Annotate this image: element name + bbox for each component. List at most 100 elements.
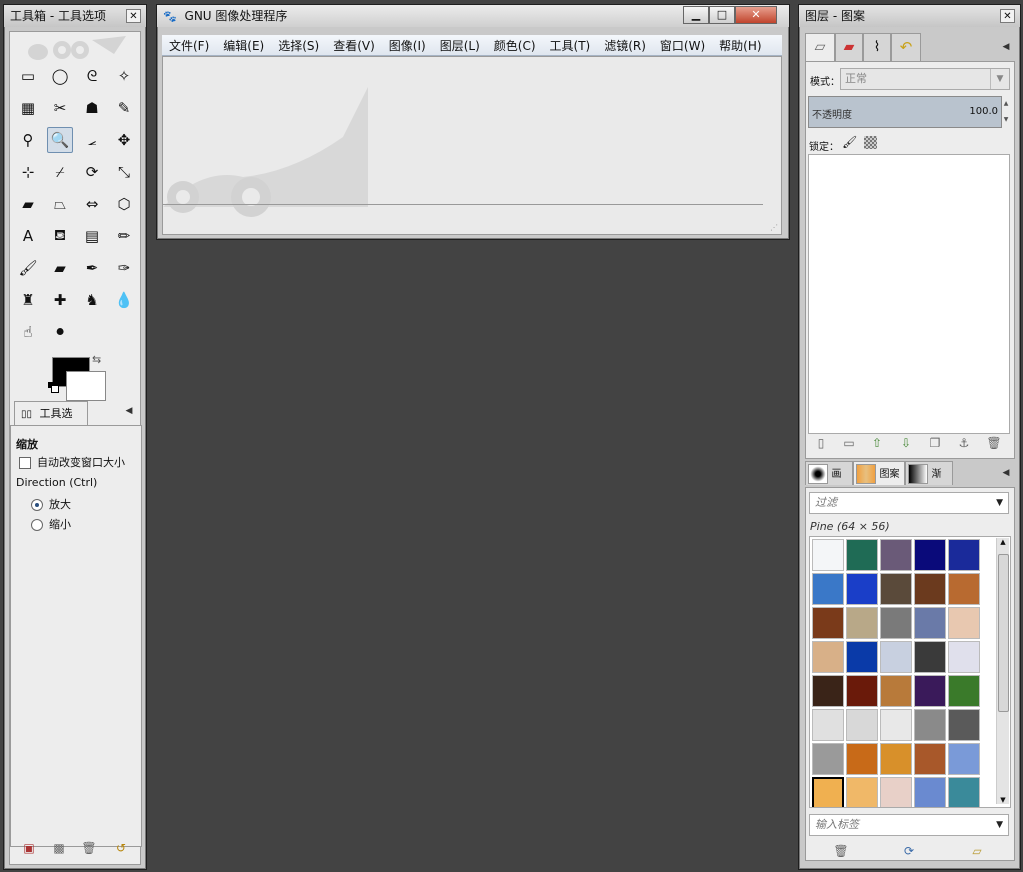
dodge-burn-icon[interactable]: ⚫ [47,319,73,345]
auto-resize-checkbox[interactable] [19,457,31,469]
save-options-icon[interactable]: ▣ [22,841,36,855]
pattern-swatch[interactable] [880,709,912,741]
zoom-icon[interactable]: 🔍 [47,127,73,153]
menu-item[interactable]: 编辑(E) [216,37,271,54]
pattern-swatch[interactable] [846,607,878,639]
delete-pattern-icon[interactable]: 🗑 [833,844,848,858]
ellipse-select-icon[interactable]: ◯ [47,63,73,89]
paintbrush-icon[interactable]: 🖌 [15,255,41,281]
resource-dock-menu-button[interactable]: ◀ [999,467,1013,481]
pattern-swatch[interactable] [812,743,844,775]
pattern-swatch[interactable] [846,675,878,707]
restore-options-icon[interactable]: ▩ [52,841,66,855]
menu-item[interactable]: 帮助(H) [712,37,768,54]
pattern-swatch[interactable] [880,607,912,639]
scrollbar-thumb[interactable] [998,554,1009,712]
pattern-swatch[interactable] [880,641,912,673]
pattern-swatch[interactable] [846,777,878,807]
pattern-swatch[interactable] [948,641,980,673]
anchor-layer-icon[interactable]: ⚓ [957,436,971,450]
lock-pixels-icon[interactable]: 🖌 [842,135,857,149]
bucket-fill-icon[interactable]: ⛾ [47,223,73,249]
pattern-swatch[interactable] [880,743,912,775]
paths-icon[interactable]: ✎ [111,95,137,121]
menu-item[interactable]: 窗口(W) [653,37,712,54]
resize-grip-icon[interactable]: ⋰ [770,223,778,232]
blur-icon[interactable]: 💧 [111,287,137,313]
move-icon[interactable]: ✥ [111,127,137,153]
menu-item[interactable]: 滤镜(R) [597,37,653,54]
option-row-zoom-out[interactable]: 缩小 [31,516,71,532]
duplicate-layer-icon[interactable]: ❐ [928,436,942,450]
ink-icon[interactable]: ✑ [111,255,137,281]
pattern-swatch[interactable] [914,743,946,775]
rect-select-icon[interactable]: ▭ [15,63,41,89]
default-colors-icon[interactable] [48,382,59,393]
pattern-swatch[interactable] [846,539,878,571]
opacity-spinner[interactable]: ▲ ▼ [1002,96,1010,128]
pattern-swatch[interactable] [880,777,912,807]
rotate-icon[interactable]: ⟳ [79,159,105,185]
delete-options-icon[interactable]: 🗑 [81,841,96,855]
filter-select[interactable]: 过滤 ▼ [809,492,1009,514]
pattern-swatch[interactable] [948,675,980,707]
pattern-swatch[interactable] [914,777,946,807]
perspective-icon[interactable]: ⏢ [47,191,73,217]
open-folder-icon[interactable]: ▱ [970,844,984,858]
option-row-zoom-in[interactable]: 放大 [31,496,71,512]
lock-alpha-icon[interactable] [864,136,877,149]
blend-icon[interactable]: ▤ [79,223,105,249]
option-row-auto-resize[interactable]: 自动改变窗口大小 [19,454,125,470]
tab-paths[interactable]: ⌇ [863,33,891,61]
zoom-in-radio[interactable] [31,499,43,511]
pattern-scrollbar[interactable]: ▲ ▼ [996,538,1009,804]
minimize-button[interactable]: ▁ [683,6,709,24]
pattern-swatch[interactable] [846,709,878,741]
free-select-icon[interactable]: ᘓ [79,63,105,89]
pattern-swatch[interactable] [846,641,878,673]
pattern-swatch[interactable] [948,573,980,605]
opacity-slider[interactable]: 不透明度 100.0 [808,96,1002,128]
tab-undo[interactable]: ↶ [891,33,921,61]
eraser-icon[interactable]: ▰ [47,255,73,281]
refresh-patterns-icon[interactable]: ⟳ [902,844,916,858]
scissors-icon[interactable]: ✂ [47,95,73,121]
tab-patterns[interactable]: 图案 [853,461,905,485]
canvas-area[interactable]: ⋰ [162,56,782,235]
clone-icon[interactable]: ♜ [15,287,41,313]
pattern-swatch[interactable] [812,777,844,807]
mode-select[interactable]: 正常 ▼ [840,68,1010,90]
pattern-swatch[interactable] [846,743,878,775]
menu-item[interactable]: 图像(I) [382,37,433,54]
layers-dock-menu-button[interactable]: ◀ [999,41,1013,55]
tab-brushes[interactable]: 画笔 [805,461,853,505]
shear-icon[interactable]: ▰ [15,191,41,217]
color-picker-icon[interactable]: ⚲ [15,127,41,153]
pattern-grid[interactable] [809,536,1011,808]
zoom-out-radio[interactable] [31,519,43,531]
pattern-swatch[interactable] [914,709,946,741]
tab-layers[interactable]: ▱ [805,33,835,61]
pattern-swatch[interactable] [812,709,844,741]
raise-layer-icon[interactable]: ⇧ [870,436,884,450]
tab-gradients[interactable]: 渐变 [905,461,953,505]
background-color-swatch[interactable] [66,371,106,401]
pencil-icon[interactable]: ✏ [111,223,137,249]
menu-item[interactable]: 查看(V) [326,37,382,54]
pattern-swatch[interactable] [914,607,946,639]
scroll-down-icon[interactable]: ▼ [997,796,1009,804]
pattern-swatch[interactable] [914,539,946,571]
close-button[interactable]: ✕ [735,6,777,24]
menu-item[interactable]: 文件(F) [162,37,216,54]
tab-channels[interactable]: ▰ [835,33,863,61]
scale-icon[interactable]: ⤡ [111,159,137,185]
pattern-swatch[interactable] [914,641,946,673]
toolbox-close-button[interactable]: ✕ [126,9,141,23]
menu-item[interactable]: 颜色(C) [487,37,543,54]
reset-options-icon[interactable]: ↺ [114,841,128,855]
toolbox-titlebar[interactable]: 工具箱 - 工具选项 ✕ [4,5,146,27]
delete-layer-icon[interactable]: 🗑 [986,436,1001,450]
flip-icon[interactable]: ⇔ [79,191,105,217]
select-by-color-icon[interactable]: ▦ [15,95,41,121]
align-icon[interactable]: ⊹ [15,159,41,185]
